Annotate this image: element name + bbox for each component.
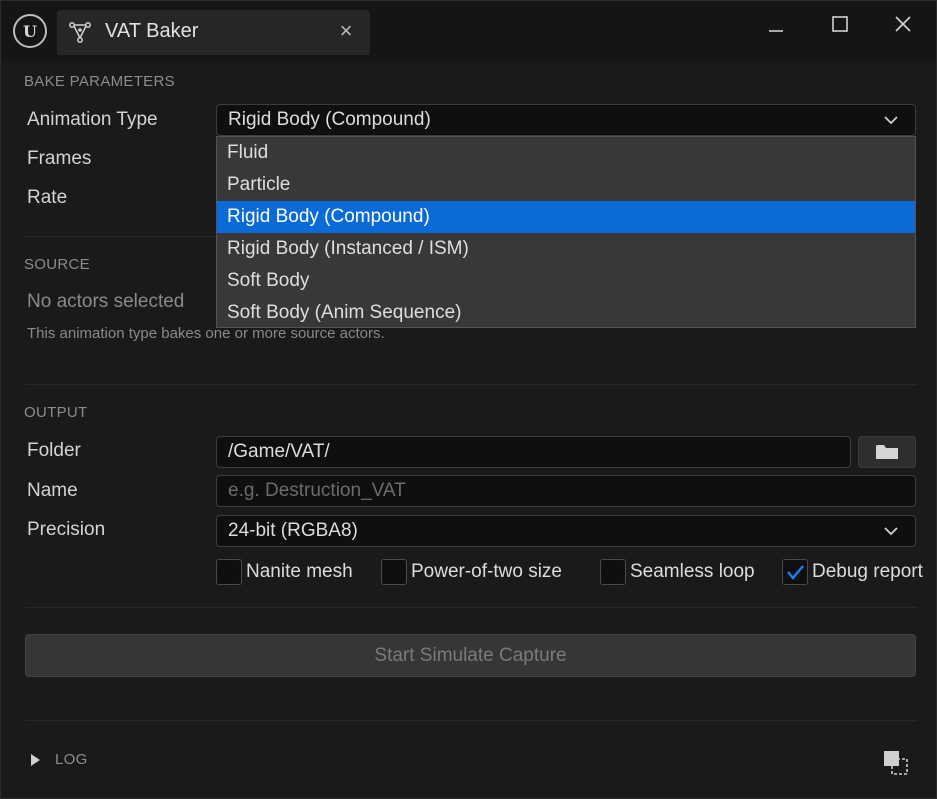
checkmark-icon — [787, 565, 804, 580]
animation-type-dropdown: Fluid Particle Rigid Body (Compound) Rig… — [216, 136, 916, 328]
close-icon — [895, 16, 911, 32]
folder-icon — [876, 445, 898, 459]
checkbox-label: Debug report — [812, 561, 923, 582]
folder-label: Folder — [27, 440, 81, 461]
chevron-down-icon — [884, 527, 898, 536]
animation-type-select[interactable]: Rigid Body (Compound) — [216, 104, 916, 136]
expand-arrow-icon — [31, 753, 40, 766]
tab-vat-baker[interactable]: VAT Baker × — [57, 10, 370, 55]
divider — [25, 607, 916, 608]
checkbox-label: Nanite mesh — [246, 561, 353, 582]
rate-label: Rate — [27, 187, 68, 208]
maximize-icon — [832, 16, 848, 32]
divider — [25, 384, 916, 385]
checkbox-label: Seamless loop — [630, 561, 755, 582]
folder-value: /Game/VAT/ — [228, 441, 330, 462]
name-placeholder: e.g. Destruction_VAT — [228, 480, 406, 501]
checkbox-box[interactable] — [600, 559, 626, 585]
checkbox-box[interactable] — [782, 559, 808, 585]
vat-tool-icon — [69, 22, 91, 43]
dropdown-option[interactable]: Particle — [217, 169, 915, 201]
bake-parameters-heading: BAKE PARAMETERS — [24, 73, 175, 90]
close-window-button[interactable] — [883, 9, 923, 39]
log-toggle[interactable]: LOG — [29, 751, 88, 768]
tab-title: VAT Baker — [105, 20, 199, 42]
dropdown-option[interactable]: Soft Body — [217, 265, 915, 297]
source-heading: SOURCE — [24, 256, 90, 273]
animation-type-value: Rigid Body (Compound) — [228, 109, 431, 130]
title-bar: U VAT Baker × — [1, 1, 936, 61]
start-simulate-capture-button[interactable]: Start Simulate Capture — [25, 634, 916, 677]
source-status: No actors selected — [27, 291, 185, 312]
animation-type-label: Animation Type — [27, 109, 158, 130]
dropdown-option[interactable]: Soft Body (Anim Sequence) — [217, 297, 915, 329]
folder-input[interactable]: /Game/VAT/ — [216, 436, 851, 468]
output-heading: OUTPUT — [24, 404, 88, 421]
undock-icon[interactable] — [883, 750, 909, 776]
dropdown-option[interactable]: Rigid Body (Instanced / ISM) — [217, 233, 915, 265]
vat-baker-window: U VAT Baker × BAKE PARAMETERS Animation … — [0, 0, 937, 799]
precision-value: 24-bit (RGBA8) — [228, 520, 358, 541]
checkbox-box[interactable] — [216, 559, 242, 585]
seamless-loop-checkbox[interactable]: Seamless loop — [600, 558, 755, 586]
checkbox-box[interactable] — [381, 559, 407, 585]
checkbox-label: Power-of-two size — [411, 561, 562, 582]
divider — [25, 720, 916, 721]
chevron-down-icon — [884, 116, 898, 125]
frames-label: Frames — [27, 148, 92, 169]
precision-select[interactable]: 24-bit (RGBA8) — [216, 515, 916, 547]
debug-report-checkbox[interactable]: Debug report — [782, 558, 923, 586]
name-label: Name — [27, 480, 78, 501]
nanite-mesh-checkbox[interactable]: Nanite mesh — [216, 558, 353, 586]
power-of-two-checkbox[interactable]: Power-of-two size — [381, 558, 562, 586]
name-input[interactable]: e.g. Destruction_VAT — [216, 475, 916, 507]
dropdown-option-selected[interactable]: Rigid Body (Compound) — [217, 201, 915, 233]
dropdown-option[interactable]: Fluid — [217, 137, 915, 169]
minimize-icon — [769, 30, 783, 32]
tab-close-button[interactable]: × — [334, 18, 358, 44]
browse-folder-button[interactable] — [858, 436, 916, 468]
log-label: LOG — [55, 751, 88, 768]
precision-label: Precision — [27, 519, 106, 540]
maximize-button[interactable] — [820, 9, 860, 39]
minimize-button[interactable] — [756, 9, 796, 39]
unreal-logo-icon[interactable]: U — [13, 14, 47, 48]
